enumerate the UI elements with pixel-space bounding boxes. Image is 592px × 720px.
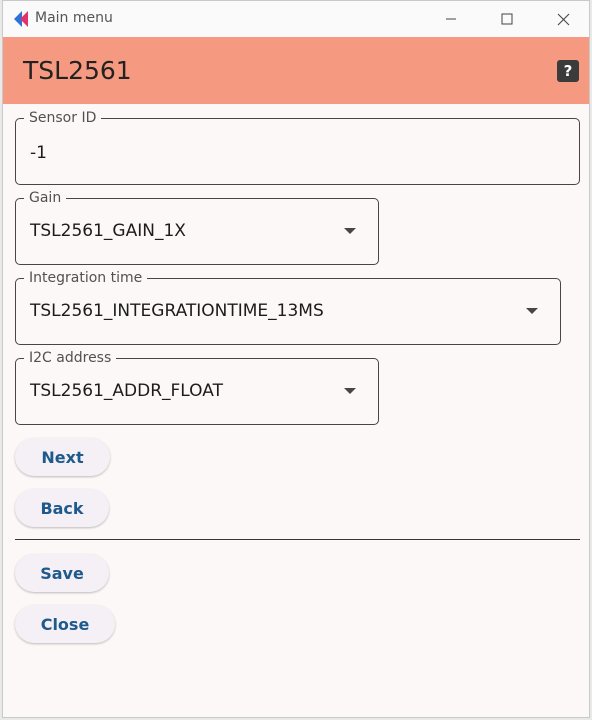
next-button[interactable]: Next xyxy=(15,438,110,476)
sensor-id-field[interactable]: Sensor ID -1 xyxy=(15,109,580,185)
i2c-address-label: I2C address xyxy=(24,349,117,367)
sensor-id-value: -1 xyxy=(30,143,47,163)
app-bar: TSL2561 ? xyxy=(3,37,589,104)
page-title: TSL2561 xyxy=(23,56,132,85)
maximize-icon xyxy=(501,13,513,25)
integration-time-dropdown[interactable]: Integration time TSL2561_INTEGRATIONTIME… xyxy=(15,269,561,345)
title-bar: Main menu xyxy=(3,1,589,37)
sensor-id-label: Sensor ID xyxy=(24,109,102,127)
i2c-address-dropdown[interactable]: I2C address TSL2561_ADDR_FLOAT xyxy=(15,349,379,425)
divider xyxy=(15,539,580,540)
help-button[interactable]: ? xyxy=(557,60,579,82)
app-logo-icon xyxy=(14,11,28,27)
maximize-button[interactable] xyxy=(479,1,535,37)
minimize-button[interactable] xyxy=(423,1,479,37)
close-window-button[interactable] xyxy=(535,1,589,37)
chevron-down-icon xyxy=(344,228,356,234)
back-button[interactable]: Back xyxy=(15,489,109,527)
minimize-icon xyxy=(446,18,456,20)
close-icon xyxy=(557,13,569,25)
chevron-down-icon xyxy=(344,388,356,394)
chevron-down-icon xyxy=(526,308,538,314)
window-title: Main menu xyxy=(35,10,113,26)
gain-value: TSL2561_GAIN_1X xyxy=(30,221,186,241)
app-window: Main menu TSL2561 ? Sensor ID -1 Gain TS… xyxy=(2,0,590,718)
close-button[interactable]: Close xyxy=(15,605,115,643)
help-icon: ? xyxy=(563,62,573,80)
i2c-address-value: TSL2561_ADDR_FLOAT xyxy=(30,381,223,401)
gain-label: Gain xyxy=(24,189,67,207)
save-button[interactable]: Save xyxy=(15,554,109,592)
integration-time-label: Integration time xyxy=(24,269,148,287)
gain-dropdown[interactable]: Gain TSL2561_GAIN_1X xyxy=(15,189,379,265)
integration-time-value: TSL2561_INTEGRATIONTIME_13MS xyxy=(30,301,324,321)
